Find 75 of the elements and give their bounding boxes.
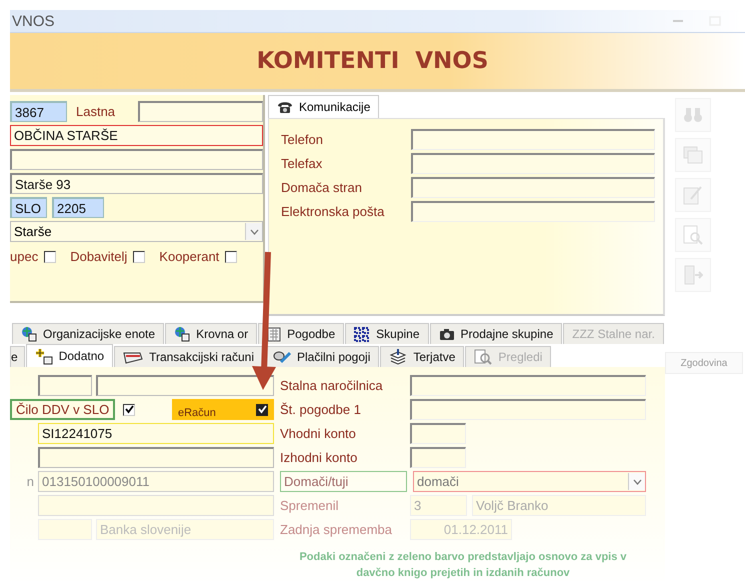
text-field[interactable] [411, 129, 655, 150]
text-field[interactable] [10, 149, 263, 170]
city-dropdown[interactable]: Starše [10, 221, 263, 242]
text-field[interactable] [96, 375, 274, 396]
tab[interactable]: Pogodbe [258, 323, 344, 344]
checkbox[interactable] [225, 250, 238, 262]
field-label: Spremenil [280, 498, 339, 513]
exit-door-icon [683, 265, 703, 285]
stack-icon [389, 349, 408, 365]
field-label: Zadnja sprememba [280, 522, 392, 537]
postal-code-field[interactable]: 2205 [52, 197, 104, 218]
note-text: Podaki označeni z zeleno barvo predstavljajo osnovo za vpis v davčno knigo prejetih in izdanih računov [298, 550, 628, 581]
globe-grid-icon [21, 326, 37, 342]
magnifier-icon [474, 349, 492, 365]
text-field[interactable] [38, 375, 92, 396]
checkbox-label: upec [10, 249, 38, 264]
tab[interactable]: e [10, 346, 25, 367]
text-field[interactable] [410, 423, 466, 444]
checkbox[interactable] [44, 250, 56, 262]
text-field[interactable] [410, 375, 646, 396]
camera-icon [438, 328, 455, 340]
tab[interactable]: Organizacijske enote [12, 323, 164, 344]
einvoice-label: eRačun [178, 406, 216, 418]
field-label: Telefon [281, 132, 323, 147]
field-label: Izhodni konto [280, 450, 358, 465]
checkbox-label: Kooperant [159, 249, 220, 264]
code-field[interactable]: 3867 [10, 101, 67, 122]
name-field[interactable]: OBČINA STARŠE [10, 125, 263, 146]
edit-icon [683, 185, 703, 205]
vat-label: Čilo DDV v SLO [10, 399, 116, 420]
text-field[interactable] [410, 399, 646, 420]
binoculars-icon [683, 107, 703, 123]
tax-id-field[interactable]: SI12241075 [38, 423, 274, 444]
checkbox[interactable] [133, 250, 146, 262]
tab[interactable]: Krovna or [165, 323, 258, 344]
checkbox[interactable] [256, 404, 268, 416]
text-field[interactable] [411, 201, 655, 222]
coins-icon [272, 350, 291, 364]
tab[interactable]: Transakcijski računi [114, 346, 263, 367]
field-label: n [26, 474, 34, 489]
caret-icon [250, 228, 258, 234]
checkbox-label: Dobavitelj [70, 249, 128, 264]
text-field[interactable] [38, 447, 274, 468]
preview-icon [683, 225, 703, 245]
field-label: Lastna [76, 104, 116, 119]
telephone-icon [277, 100, 293, 114]
text-field[interactable] [410, 447, 466, 468]
field-label: Elektronska pošta [281, 204, 384, 219]
checkbox[interactable] [123, 404, 136, 416]
owner-field[interactable] [138, 101, 263, 122]
tab[interactable]: Skupine [345, 323, 429, 344]
text-field[interactable] [411, 177, 655, 198]
plus-icon [34, 348, 53, 364]
sheet-icon [267, 326, 282, 342]
field-label: Telefax [281, 156, 322, 171]
domestic-dropdown[interactable]: domači [413, 471, 646, 492]
card-icon [123, 350, 144, 364]
dot-grid-icon [354, 326, 370, 342]
globe-grid-icon [174, 326, 190, 342]
forms-icon [683, 146, 703, 164]
address-field[interactable]: Starše 93 [10, 173, 263, 194]
tab[interactable]: Prodajne skupine [430, 323, 562, 344]
country-field[interactable]: SLO [10, 197, 47, 218]
window-title: VNOS [12, 12, 55, 30]
text-field[interactable] [411, 153, 655, 174]
field-label: Domača stran [281, 180, 362, 195]
page-title: KOMITENTI VNOS [256, 48, 488, 74]
communication-tab[interactable]: Komunikacije [268, 95, 380, 118]
tab[interactable]: Dodatno [26, 344, 114, 367]
field-label: Št. pogodbe 1 [280, 402, 361, 417]
domestic-label: Domači/tuji [280, 471, 407, 492]
caret-icon [632, 478, 642, 484]
field-label: Vhodni konto [280, 426, 356, 441]
field-label: Stalna naročilnica [280, 378, 383, 393]
tab[interactable]: Terjatve [380, 346, 464, 367]
